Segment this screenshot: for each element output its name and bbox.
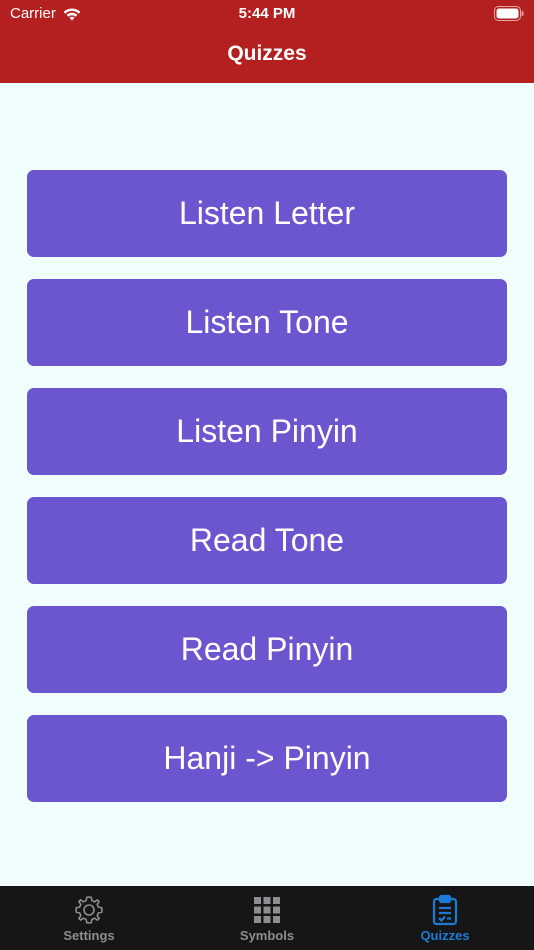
tab-bar: Settings Symbols Quizzes	[0, 886, 534, 950]
hanji-to-pinyin-button[interactable]: Hanji -> Pinyin	[27, 715, 507, 802]
navigation-header: Carrier 5:44 PM Quizzes	[0, 0, 534, 83]
tab-quizzes[interactable]: Quizzes	[356, 886, 534, 950]
read-pinyin-button[interactable]: Read Pinyin	[27, 606, 507, 693]
quiz-list: Listen Letter Listen Tone Listen Pinyin …	[27, 170, 507, 824]
battery-icon	[494, 6, 524, 21]
listen-tone-button[interactable]: Listen Tone	[27, 279, 507, 366]
tab-settings-label: Settings	[63, 928, 115, 943]
clock: 5:44 PM	[238, 5, 296, 22]
tab-symbols[interactable]: Symbols	[178, 886, 356, 950]
read-tone-button[interactable]: Read Tone	[27, 497, 507, 584]
gear-icon	[75, 896, 103, 924]
grid-icon	[254, 897, 280, 923]
clipboard-icon	[432, 894, 458, 926]
listen-pinyin-button[interactable]: Listen Pinyin	[27, 388, 507, 475]
tab-quizzes-label: Quizzes	[420, 928, 470, 943]
tab-symbols-label: Symbols	[239, 928, 295, 943]
tab-settings[interactable]: Settings	[0, 886, 178, 950]
page-title: Quizzes	[227, 42, 307, 65]
listen-letter-button[interactable]: Listen Letter	[27, 170, 507, 257]
status-bar: Carrier 5:44 PM	[0, 0, 534, 28]
